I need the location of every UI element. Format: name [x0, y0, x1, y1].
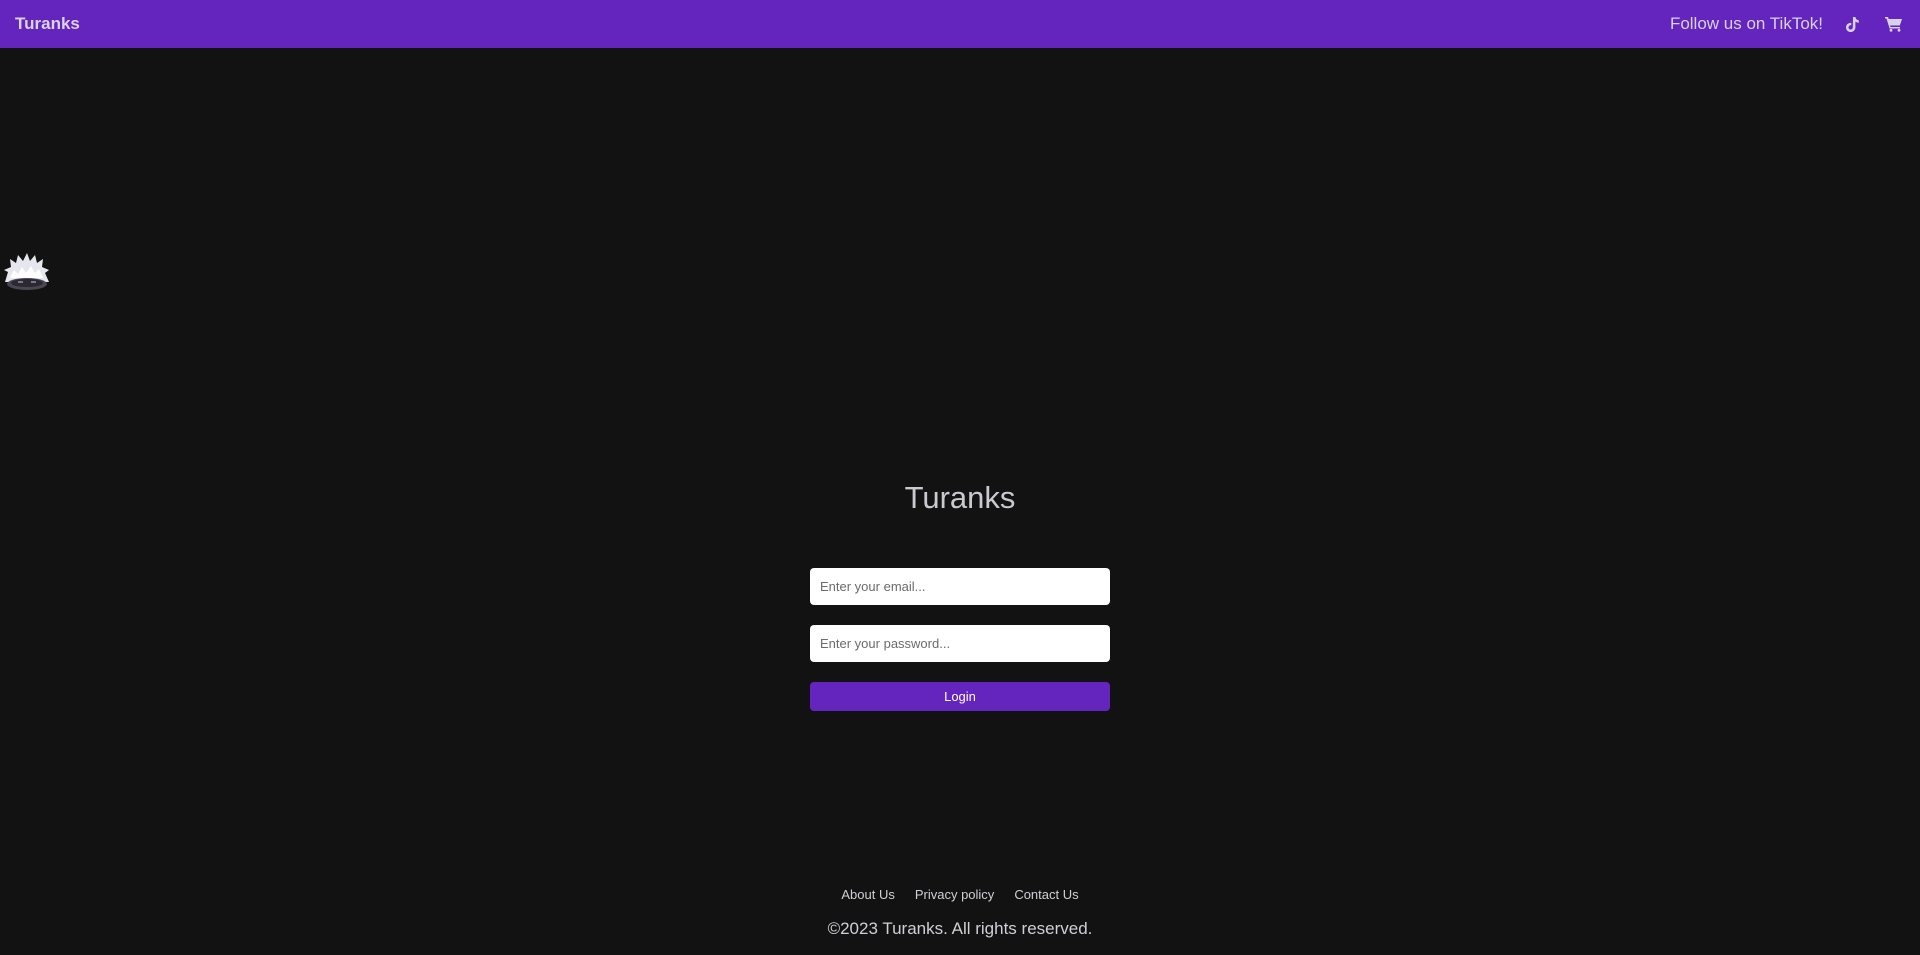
navbar-right: Follow us on TikTok!: [1670, 13, 1905, 35]
privacy-policy-link[interactable]: Privacy policy: [915, 887, 994, 902]
login-title: Turanks: [904, 480, 1016, 515]
top-navbar: Turanks Follow us on TikTok!: [0, 0, 1920, 48]
brand-logo-link[interactable]: Turanks: [15, 14, 80, 34]
mascot-image: [2, 250, 52, 292]
email-field[interactable]: [810, 568, 1110, 605]
password-field[interactable]: [810, 625, 1110, 662]
contact-us-link[interactable]: Contact Us: [1014, 887, 1078, 902]
tiktok-follow-link[interactable]: Follow us on TikTok!: [1670, 14, 1823, 34]
copyright-text: ©2023 Turanks. All rights reserved.: [827, 919, 1093, 938]
about-us-link[interactable]: About Us: [841, 887, 894, 902]
login-form: Turanks Login: [810, 478, 1110, 711]
tiktok-icon[interactable]: [1841, 13, 1863, 35]
footer-links: About Us Privacy policy Contact Us: [0, 887, 1920, 902]
login-button[interactable]: Login: [810, 682, 1110, 711]
cart-icon[interactable]: [1883, 13, 1905, 35]
